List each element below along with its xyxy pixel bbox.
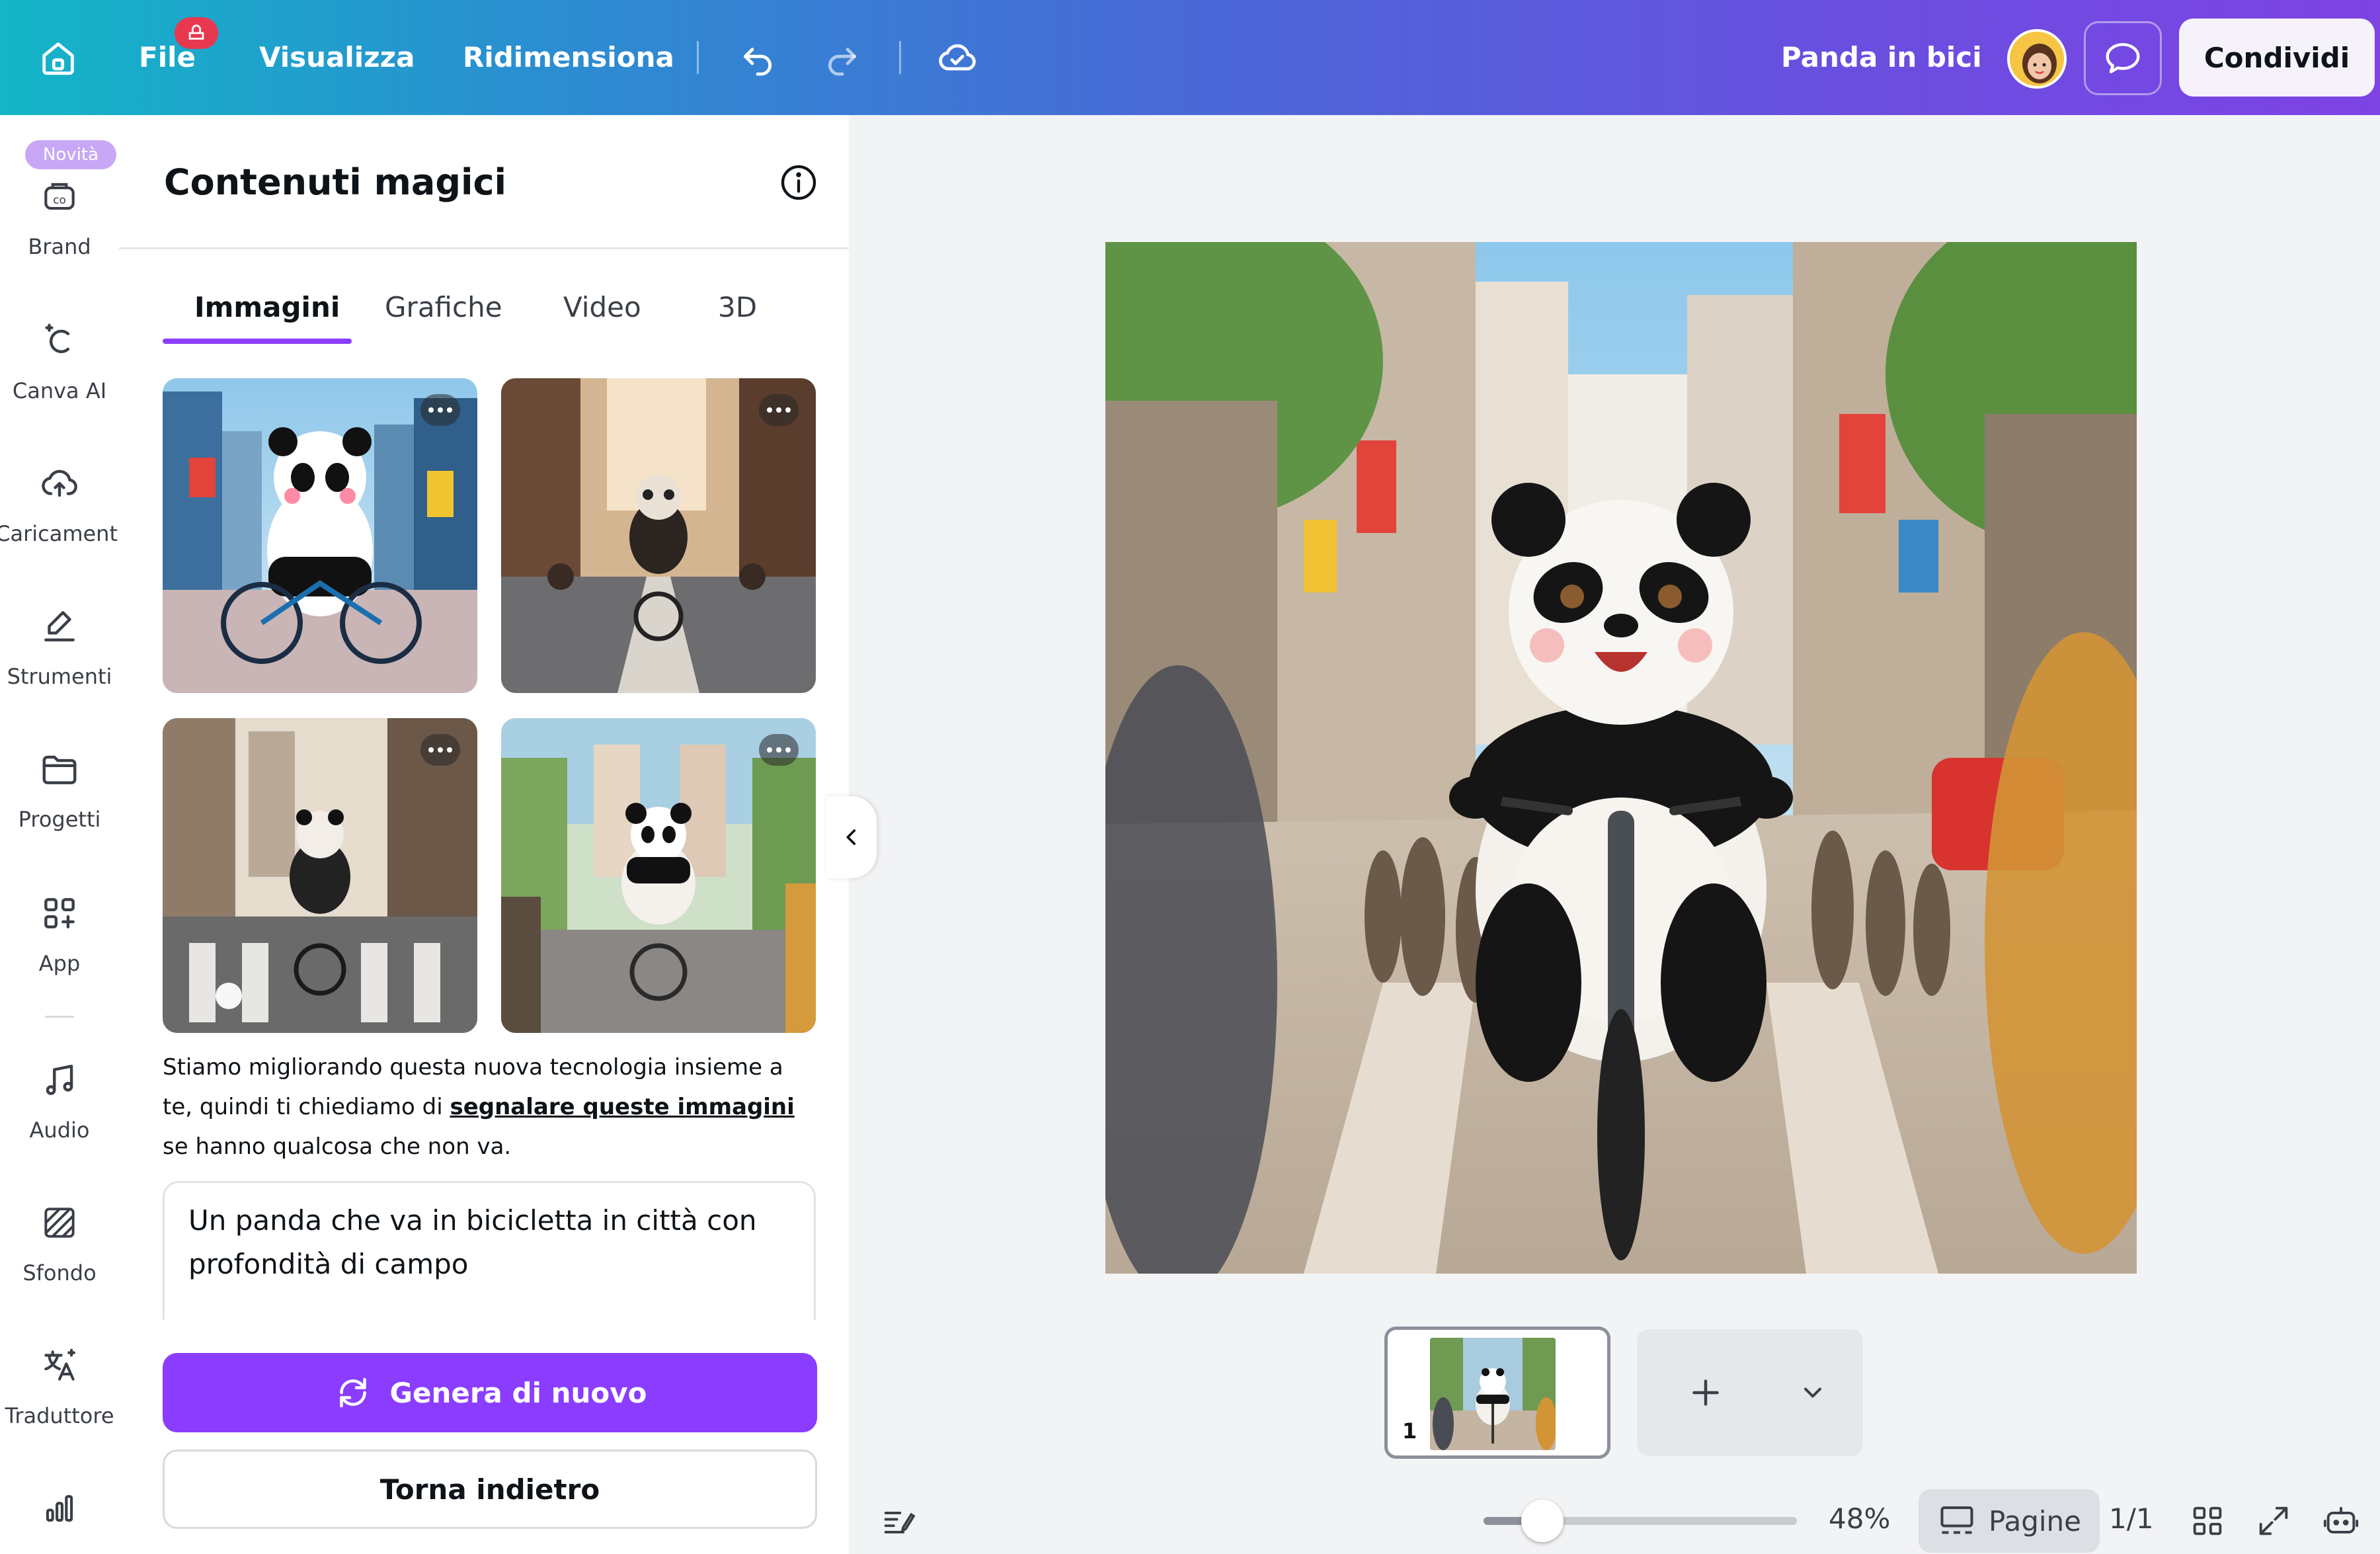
magic-content-panel: Contenuti magici Immagini Grafiche Video…	[119, 115, 849, 1554]
zoom-slider-handle[interactable]	[1521, 1500, 1564, 1542]
rail-item-label: Strumenti	[7, 664, 112, 689]
info-icon[interactable]	[775, 159, 822, 206]
comment-icon	[2106, 43, 2140, 73]
pages-button[interactable]: Pagine	[1919, 1489, 2100, 1553]
file-notification-badge	[175, 17, 218, 49]
more-options-icon[interactable]	[420, 394, 460, 426]
brand-icon: co	[36, 173, 83, 220]
tab-images[interactable]: Immagini	[194, 291, 340, 331]
chevron-down-icon	[1804, 1387, 1822, 1398]
rail-item-label: Progetti	[18, 807, 101, 832]
panel-title: Contenuti magici	[164, 161, 507, 203]
rail-divider	[45, 1016, 74, 1018]
generated-image-1[interactable]	[163, 378, 477, 693]
home-icon[interactable]	[33, 33, 83, 83]
rail-item-label: Sfondo	[22, 1260, 97, 1286]
rail-item-tools[interactable]: Strumenti	[0, 585, 119, 717]
page-number: 1	[1402, 1418, 1417, 1444]
feedback-notice: Stiamo migliorando questa nuova tecnolog…	[163, 1047, 811, 1166]
folder-icon	[36, 746, 83, 792]
go-back-button[interactable]: Torna indietro	[163, 1450, 817, 1529]
rail-item-label: Brand	[28, 234, 91, 259]
chart-bars-icon	[36, 1485, 83, 1532]
regenerate-button[interactable]: Genera di nuovo	[163, 1353, 817, 1432]
design-canvas[interactable]	[1105, 242, 2137, 1274]
rail-item-label: Canva AI	[12, 378, 107, 403]
prompt-textarea[interactable]: Un panda che va in bicicletta in città c…	[163, 1181, 816, 1320]
background-pattern-icon	[36, 1200, 83, 1246]
rail-item-audio[interactable]: Audio	[0, 1038, 119, 1170]
report-images-link[interactable]: segnalare queste immagini	[450, 1094, 794, 1120]
resize-menu[interactable]: Ridimensiona	[463, 37, 674, 77]
upload-cloud-icon	[36, 460, 83, 507]
grid-view-icon[interactable]	[2184, 1500, 2231, 1542]
plus-icon	[1692, 1379, 1719, 1406]
chevron-left-icon	[846, 829, 856, 845]
rail-item-uploads[interactable]: Caricamenti	[0, 442, 124, 574]
pages-label: Pagine	[1989, 1504, 2081, 1537]
notice-text: se hanno qualcosa che non va.	[163, 1133, 512, 1160]
view-menu[interactable]: Visualizza	[259, 37, 415, 77]
rail-item-label: Caricamenti	[0, 521, 124, 546]
svg-text:co: co	[53, 193, 66, 206]
collapse-panel-button[interactable]	[826, 796, 877, 878]
canva-ai-icon	[36, 317, 83, 364]
notes-icon[interactable]	[875, 1500, 922, 1542]
apps-icon	[36, 890, 83, 936]
add-page-control	[1637, 1329, 1863, 1456]
draw-tools-icon	[36, 603, 83, 649]
toolbar-divider	[899, 41, 901, 74]
zoom-level[interactable]: 48%	[1829, 1502, 1890, 1535]
undo-icon[interactable]	[733, 33, 783, 83]
add-page-options-button[interactable]	[1793, 1373, 1833, 1412]
refresh-icon	[339, 1377, 366, 1408]
rail-item-apps[interactable]: App	[0, 872, 119, 1004]
panel-divider	[119, 247, 849, 249]
rail-item-label: Audio	[29, 1118, 90, 1143]
music-note-icon	[36, 1057, 83, 1103]
rail-item-translator[interactable]: Traduttore	[0, 1324, 119, 1456]
translate-icon	[36, 1342, 83, 1389]
rail-item-projects[interactable]: Progetti	[0, 727, 119, 860]
cloud-saved-icon[interactable]	[932, 33, 982, 83]
share-button[interactable]: Condividi	[2179, 19, 2375, 97]
rail-item-canva-ai[interactable]: Canva AI	[0, 299, 119, 431]
top-bar: File Visualizza Ridimensiona Panda in bi…	[0, 0, 2380, 115]
generated-image-3[interactable]	[163, 718, 477, 1033]
rail-item-label: Traduttore	[5, 1403, 114, 1428]
rail-item-more[interactable]	[0, 1467, 119, 1546]
redo-icon[interactable]	[817, 33, 867, 83]
rail-item-brand[interactable]: co Brand	[0, 155, 119, 287]
assistant-bot-icon[interactable]	[2318, 1500, 2364, 1542]
comments-button[interactable]	[2084, 21, 2162, 95]
more-options-icon[interactable]	[759, 394, 799, 426]
generated-image-4[interactable]	[501, 718, 816, 1033]
avatar[interactable]	[2007, 29, 2067, 89]
project-title[interactable]: Panda in bici	[1781, 37, 1982, 77]
tab-3d[interactable]: 3D	[718, 291, 757, 331]
generated-image-2[interactable]	[501, 378, 816, 693]
canva-editor: File Visualizza Ridimensiona Panda in bi…	[0, 0, 2380, 1554]
rail-item-background[interactable]: Sfondo	[0, 1181, 119, 1313]
tab-video[interactable]: Video	[563, 291, 641, 331]
more-options-icon[interactable]	[420, 734, 460, 766]
active-tab-indicator	[163, 339, 352, 344]
add-page-button[interactable]	[1681, 1368, 1731, 1418]
fullscreen-icon[interactable]	[2250, 1500, 2297, 1542]
page-thumbnail-image	[1430, 1338, 1556, 1450]
page-count: 1/1	[2109, 1502, 2154, 1535]
zoom-slider[interactable]	[1484, 1500, 1797, 1542]
pages-icon	[1940, 1506, 1973, 1534]
toolbar-divider	[697, 41, 699, 74]
more-options-icon[interactable]	[759, 734, 799, 766]
rail-item-label: App	[38, 951, 81, 976]
panda-bicycle-image	[1105, 242, 2137, 1274]
page-thumbnail[interactable]: 1	[1384, 1327, 1610, 1459]
tab-graphics[interactable]: Grafiche	[385, 291, 502, 331]
side-rail: Novità co Brand Canva AI Caricamenti Str…	[0, 115, 124, 1554]
regenerate-label: Genera di nuovo	[389, 1376, 647, 1409]
